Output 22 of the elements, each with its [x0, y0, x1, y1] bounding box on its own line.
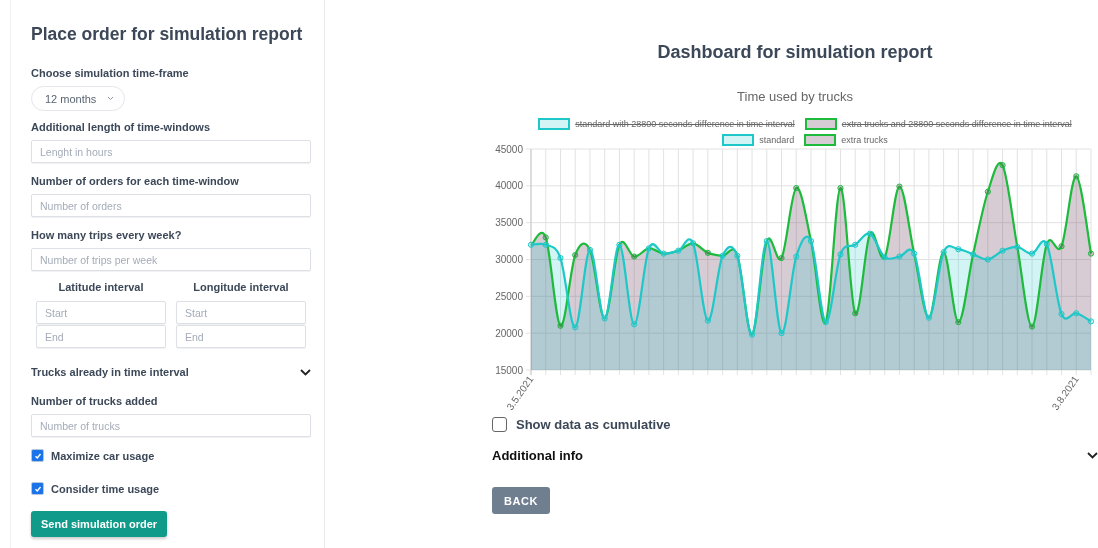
section-label: Additional info — [492, 448, 583, 463]
checkbox-label: Consider time usage — [51, 482, 160, 495]
chart-title: Time used by trucks — [736, 89, 854, 104]
axis-tick-label: 15000 — [495, 364, 523, 376]
field-label: Number of trucks added — [31, 395, 158, 407]
interval-label: Latitude interval — [58, 281, 144, 293]
axis-tick-label: 45000 — [495, 144, 523, 155]
form-title: Place order for simulation report — [31, 24, 303, 45]
checkbox-label: Maximize car usage — [51, 449, 155, 462]
checkbox-label: Show data as cumulative — [516, 417, 671, 432]
axis-tick-label: 40000 — [495, 180, 523, 192]
axis-tick-label: 25000 — [495, 290, 523, 302]
field-label: Choose simulation time-frame — [31, 67, 189, 79]
interval-label: Longitude interval — [193, 281, 289, 293]
field-label: Additional length of time-windows — [31, 121, 211, 133]
field-label: Number of orders for each time-window — [31, 175, 239, 187]
axis-tick-label: 30000 — [495, 254, 523, 265]
dashboard-title: Dashboard for simulation report — [656, 42, 934, 63]
axis-tick-label: 20000 — [495, 327, 523, 339]
axis-tick-label: 35000 — [495, 217, 523, 229]
section-label: Trucks already in time interval — [31, 366, 189, 378]
field-label: How many trips every week? — [31, 229, 182, 241]
